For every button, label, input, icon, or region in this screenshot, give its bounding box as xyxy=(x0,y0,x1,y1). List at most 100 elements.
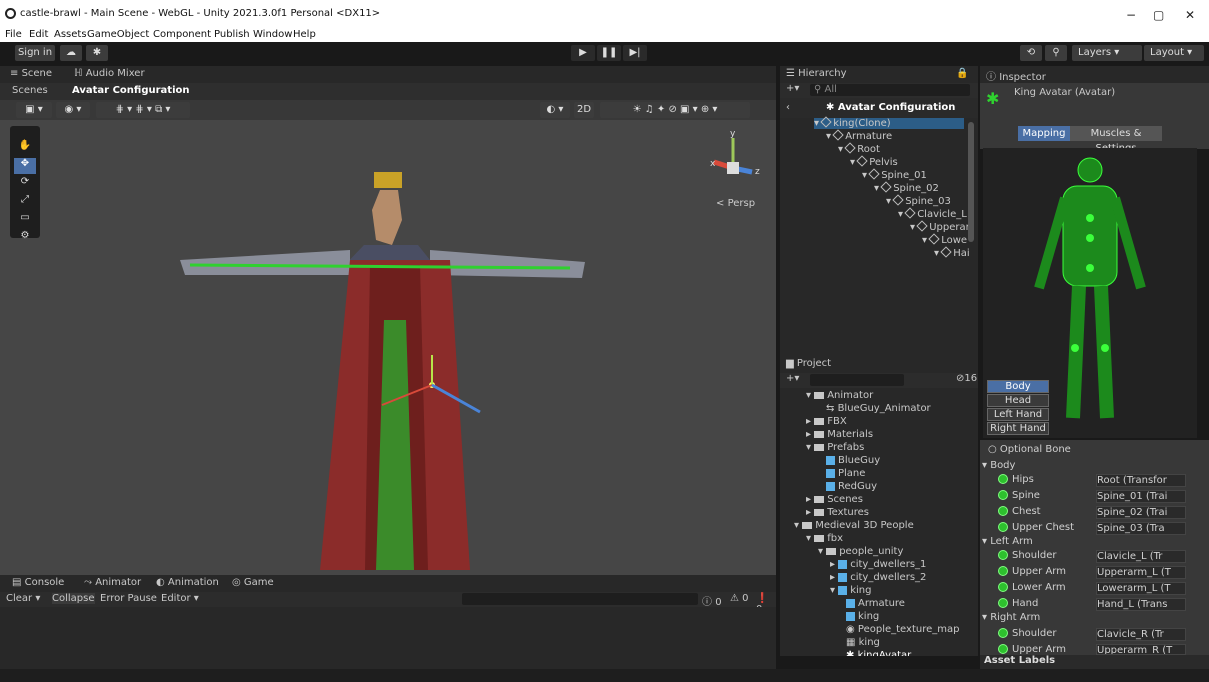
snap-controls[interactable]: ⋕ ▾ ⋕ ▾ ⧉ ▾ xyxy=(96,102,190,118)
create-button[interactable]: +▾ xyxy=(786,373,799,384)
list-item[interactable]: ▦ king xyxy=(846,637,880,648)
cloud-icon[interactable]: ☁ xyxy=(60,45,82,61)
hand-tool-icon[interactable]: ✋ xyxy=(14,140,36,156)
warn-count[interactable]: ⚠ 0 xyxy=(730,593,749,604)
menu-component[interactable]: Component xyxy=(153,29,211,40)
list-item[interactable]: ▾ Clavicle_L xyxy=(898,207,967,220)
shading-dropdown[interactable]: ◐ ▾ xyxy=(540,102,570,118)
history-icon[interactable]: ⟲ xyxy=(1020,45,1042,61)
rect-tool-icon[interactable]: ▭ xyxy=(14,212,36,228)
scene-viewport[interactable]: ✋ ✥ ⟳ ⤢ ▭ ⚙ x z y < Persp xyxy=(0,120,776,575)
tab-audio-mixer[interactable]: ℍ Audio Mixer xyxy=(74,68,145,79)
list-item[interactable]: BlueGuy xyxy=(826,455,880,466)
list-item[interactable]: ▾ Animator xyxy=(806,390,873,401)
list-item[interactable]: Armature xyxy=(846,598,905,609)
list-item[interactable]: ▾ Spine_02 xyxy=(874,181,939,194)
collab-icon[interactable]: ✱ xyxy=(86,45,108,61)
tab-muscles[interactable]: Muscles & Settings xyxy=(1070,126,1162,154)
console-search-input[interactable] xyxy=(462,593,698,605)
crumb-avatar-config[interactable]: Avatar Configuration xyxy=(72,85,190,96)
play-icon[interactable]: ▶ xyxy=(571,45,595,61)
add-button[interactable]: +▾ xyxy=(786,83,799,94)
list-item[interactable]: ▸ Scenes xyxy=(806,494,863,505)
list-item[interactable]: ▾ Root xyxy=(838,142,880,155)
lock-icon[interactable]: 🔒 xyxy=(956,68,968,79)
hierarchy-scrollbar[interactable] xyxy=(968,122,974,242)
head-button[interactable]: Head xyxy=(987,394,1049,407)
list-item[interactable]: ▸ FBX xyxy=(806,416,847,427)
bone-value[interactable]: Spine_02 (Trai xyxy=(1096,506,1186,519)
close-button[interactable]: ✕ xyxy=(1185,8,1195,22)
gizmo-dropdown[interactable]: ◉ ▾ xyxy=(56,102,90,118)
list-item[interactable]: king xyxy=(846,611,879,622)
clear-button[interactable]: Clear ▾ xyxy=(6,593,40,604)
body-button[interactable]: Body xyxy=(987,380,1049,393)
search-icon[interactable]: ⚲ xyxy=(1045,45,1067,61)
list-item[interactable]: ▸ Materials xyxy=(806,429,873,440)
back-arrow-icon[interactable]: ‹ xyxy=(786,102,790,113)
editor-dropdown[interactable]: Editor ▾ xyxy=(161,593,199,604)
section-body[interactable]: ▾ Body xyxy=(982,460,1015,471)
bone-value[interactable]: Spine_03 (Tra xyxy=(1096,522,1186,535)
king-model[interactable] xyxy=(170,150,590,575)
list-item[interactable]: ▸ Textures xyxy=(806,507,869,518)
list-item[interactable]: ▾ Medieval 3D People xyxy=(794,520,914,531)
left-hand-button[interactable]: Left Hand xyxy=(987,408,1049,421)
list-item[interactable]: ◉ People_texture_map xyxy=(846,624,959,635)
hierarchy-tree[interactable]: ▾ king(Clone) ▾ Armature ▾ Root ▾ Pelvis… xyxy=(780,116,978,356)
list-item[interactable]: ▾ Hai xyxy=(934,246,970,259)
scale-tool-icon[interactable]: ⤢ xyxy=(14,194,36,210)
asset-labels[interactable]: Asset Labels xyxy=(980,655,1209,669)
tab-project[interactable]: ▆ Project xyxy=(786,358,831,369)
toggle-2d-button[interactable]: 2D xyxy=(574,102,594,118)
hierarchy-search-input[interactable]: ⚲ All xyxy=(810,84,970,96)
console-log-area[interactable] xyxy=(0,607,776,675)
crumb-scenes[interactable]: Scenes xyxy=(12,85,48,96)
tab-inspector[interactable]: ⓘ Inspector xyxy=(986,68,1046,83)
list-item[interactable]: ⇆ BlueGuy_Animator xyxy=(826,403,931,414)
transform-tool-icon[interactable]: ⚙ xyxy=(14,230,36,246)
section-right-arm[interactable]: ▾ Right Arm xyxy=(982,612,1040,623)
tab-animator[interactable]: ⤳ Animator xyxy=(84,577,141,588)
menu-gameobject[interactable]: GameObject xyxy=(87,29,149,40)
persp-label[interactable]: < Persp xyxy=(716,198,755,209)
list-item[interactable]: ▾ Spine_01 xyxy=(862,168,927,181)
menu-window[interactable]: Window xyxy=(253,29,292,40)
list-item[interactable]: ▾ Spine_03 xyxy=(886,194,951,207)
layers-dropdown[interactable]: Layers ▾ xyxy=(1072,45,1142,61)
list-item[interactable]: ▾ Lowe xyxy=(922,233,967,246)
move-tool-icon[interactable]: ✥ xyxy=(14,158,36,174)
list-item[interactable]: ▾ king xyxy=(830,585,871,596)
menu-publish[interactable]: Publish xyxy=(214,29,250,40)
list-item[interactable]: RedGuy xyxy=(826,481,877,492)
orientation-gizmo[interactable]: x z y xyxy=(700,128,770,198)
section-left-arm[interactable]: ▾ Left Arm xyxy=(982,536,1033,547)
list-item[interactable]: ▸ city_dwellers_2 xyxy=(830,572,926,583)
bone-value[interactable]: Clavicle_R (Tr xyxy=(1096,628,1186,641)
bone-value[interactable]: Spine_01 (Trai xyxy=(1096,490,1186,503)
error-pause-button[interactable]: Error Pause xyxy=(100,593,157,604)
project-tree[interactable]: ▾ Animator ⇆ BlueGuy_Animator ▸ FBX ▸ Ma… xyxy=(780,388,978,656)
list-item[interactable]: ▾ fbx xyxy=(806,533,843,544)
rotate-tool-icon[interactable]: ⟳ xyxy=(14,176,36,192)
right-hand-button[interactable]: Right Hand xyxy=(987,422,1049,435)
menu-assets[interactable]: Assets xyxy=(54,29,87,40)
tab-mapping[interactable]: Mapping xyxy=(1018,126,1070,141)
log-count[interactable]: ⓘ 0 xyxy=(702,593,722,608)
list-item[interactable]: ▾ king(Clone) xyxy=(814,116,964,129)
list-item[interactable]: ▾ Armature xyxy=(826,129,892,142)
list-item[interactable]: ▸ city_dwellers_1 xyxy=(830,559,926,570)
bone-value[interactable]: Lowerarm_L (T xyxy=(1096,582,1186,595)
bone-value[interactable]: Root (Transfor xyxy=(1096,474,1186,487)
menu-edit[interactable]: Edit xyxy=(29,29,48,40)
tab-scene[interactable]: ≡ Scene xyxy=(10,68,52,79)
tab-console[interactable]: ▤ Console xyxy=(12,577,64,588)
bone-value[interactable]: Upperarm_L (T xyxy=(1096,566,1186,579)
list-item[interactable]: ✱ kingAvatar xyxy=(846,650,911,656)
scene-view-options[interactable]: ☀ ♫ ✦ ⊘ ▣ ▾ ⊕ ▾ xyxy=(600,102,750,118)
maximize-button[interactable]: ▢ xyxy=(1153,8,1164,22)
pause-icon[interactable]: ❚❚ xyxy=(597,45,621,61)
list-item[interactable]: ▾ Prefabs xyxy=(806,442,864,453)
hidden-count[interactable]: ⊘16 xyxy=(956,373,977,384)
layout-dropdown[interactable]: Layout ▾ xyxy=(1144,45,1204,61)
